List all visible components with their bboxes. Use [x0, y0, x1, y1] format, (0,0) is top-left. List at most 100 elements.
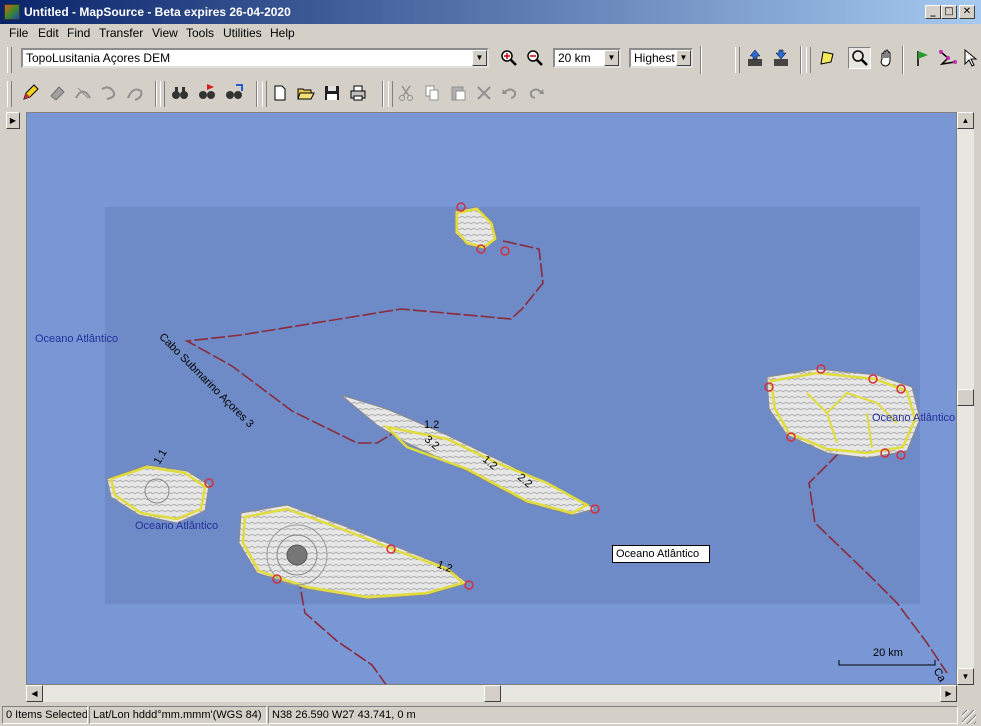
resize-grip[interactable] [962, 710, 976, 724]
binoculars-arrow-icon [225, 84, 243, 99]
map-product-select[interactable]: TopoLusitania Açores DEM ▼ [21, 48, 489, 68]
copy-icon [425, 85, 438, 101]
pencil-tool-button[interactable] [18, 82, 41, 104]
scroll-right-button[interactable]: ▶ [940, 685, 957, 702]
ocean-label-faial[interactable]: Oceano Atlântico [135, 520, 218, 532]
scale-bar [838, 660, 936, 666]
separator [155, 81, 157, 107]
toolbar-grip[interactable] [7, 81, 12, 107]
map-product-value: TopoLusitania Açores DEM [26, 51, 171, 65]
cut-button[interactable] [394, 82, 417, 104]
select-tool-button[interactable] [961, 47, 981, 69]
toolbar-grip[interactable] [806, 47, 811, 73]
undo-button[interactable] [498, 82, 521, 104]
toolbar-map: TopoLusitania Açores DEM ▼ 20 km ▼ Highe… [0, 43, 981, 76]
open-file-button[interactable] [294, 82, 317, 104]
scale-label: 20 km [873, 647, 903, 659]
expand-panel-button[interactable]: ▶ [6, 112, 20, 129]
find-address-button[interactable] [222, 82, 245, 104]
zoom-level-select[interactable]: 20 km ▼ [553, 48, 621, 68]
menu-tools[interactable]: Tools [186, 26, 214, 40]
separator [700, 46, 702, 74]
zoom-tool-icon [851, 50, 868, 66]
menu-help[interactable]: Help [270, 26, 295, 40]
ocean-label-terceira[interactable]: Oceano Atlântico [872, 412, 955, 424]
menu-file[interactable]: File [9, 26, 28, 40]
eraser-tool-button[interactable] [45, 82, 68, 104]
send-to-device-button[interactable] [743, 47, 766, 69]
menu-view[interactable]: View [152, 26, 178, 40]
app-icon[interactable] [4, 4, 20, 20]
horizontal-scroll-thumb[interactable] [484, 685, 501, 702]
undo-icon [501, 88, 516, 99]
delete-button[interactable] [472, 82, 495, 104]
chevron-down-icon[interactable]: ▼ [604, 50, 619, 66]
scroll-up-button[interactable]: ▲ [957, 112, 974, 129]
separator [902, 46, 904, 74]
print-button[interactable] [346, 82, 369, 104]
binoculars-flag-icon [198, 84, 215, 99]
toolbar-grip[interactable] [160, 81, 165, 107]
detail-level-select[interactable]: Highest ▼ [629, 48, 693, 68]
eraser-icon [49, 86, 65, 101]
paste-button[interactable] [446, 82, 469, 104]
save-file-button[interactable] [320, 82, 343, 104]
toolbar-grip[interactable] [388, 81, 393, 107]
receive-from-device-button[interactable] [769, 47, 792, 69]
mapsource-window: Untitled - MapSource - Beta expires 26-0… [0, 0, 981, 726]
measure-tool-button[interactable] [123, 82, 146, 104]
find-nearest-button[interactable] [195, 82, 218, 104]
vertical-scrollbar[interactable]: ▲ ▼ [957, 112, 974, 685]
map-canvas[interactable] [27, 113, 957, 685]
zoom-out-button[interactable] [523, 47, 546, 69]
toolbar-grip[interactable] [7, 47, 12, 73]
redo-button[interactable] [524, 82, 547, 104]
menu-find[interactable]: Find [67, 26, 90, 40]
chevron-down-icon[interactable]: ▼ [676, 50, 691, 66]
find-button[interactable] [168, 82, 191, 104]
window-title: Untitled - MapSource - Beta expires 26-0… [24, 5, 291, 19]
divide-tool-button[interactable] [71, 82, 94, 104]
selection-status: 0 Items Selected [2, 706, 88, 724]
open-folder-icon [296, 88, 315, 100]
pan-tool-button[interactable] [875, 47, 898, 69]
map-view[interactable]: Oceano Atlântico Oceano Atlântico Oceano… [26, 112, 957, 685]
maximize-button[interactable]: □ [941, 5, 957, 19]
ocean-label-left[interactable]: Oceano Atlântico [35, 333, 118, 345]
copy-button[interactable] [420, 82, 443, 104]
toolbar-grip[interactable] [735, 47, 740, 73]
scroll-down-button[interactable]: ▼ [957, 668, 974, 685]
menu-transfer[interactable]: Transfer [99, 26, 143, 40]
toolbar-grip[interactable] [262, 81, 267, 107]
close-button[interactable]: ✕ [959, 5, 975, 19]
redo-icon [529, 88, 544, 99]
map-tooltip: Oceano Atlântico [612, 545, 710, 563]
coordinate-format-status: Lat/Lon hddd°mm.mmm'(WGS 84) [89, 706, 267, 724]
binoculars-icon [171, 87, 188, 99]
separator [256, 81, 258, 107]
zoom-out-icon [526, 50, 543, 66]
zoom-tool-button[interactable] [848, 47, 871, 69]
zoom-in-button[interactable] [497, 47, 520, 69]
scroll-left-button[interactable]: ◀ [26, 685, 43, 702]
map-select-icon [819, 51, 834, 65]
title-bar[interactable]: Untitled - MapSource - Beta expires 26-0… [0, 0, 981, 24]
flag-icon [916, 51, 928, 66]
waypoint-tool-button[interactable] [910, 47, 933, 69]
toolbar-edit [0, 78, 981, 110]
vertical-scroll-thumb[interactable] [957, 389, 974, 406]
floppy-disk-icon [324, 86, 339, 100]
cursor-position-status: N38 26.590 W27 43.741, 0 m [268, 706, 958, 724]
separator [800, 46, 802, 74]
minimize-button[interactable]: _ [925, 5, 941, 19]
chevron-down-icon[interactable]: ▼ [472, 50, 487, 66]
menu-edit[interactable]: Edit [38, 26, 59, 40]
delete-x-icon [476, 86, 491, 100]
menu-utilities[interactable]: Utilities [223, 26, 262, 40]
new-file-button[interactable] [268, 82, 291, 104]
join-tool-button[interactable] [97, 82, 120, 104]
horizontal-scrollbar[interactable]: ◀ ▶ [26, 685, 957, 702]
join-track-icon [101, 86, 115, 100]
route-tool-button[interactable] [936, 47, 959, 69]
map-select-tool-button[interactable] [815, 47, 838, 69]
